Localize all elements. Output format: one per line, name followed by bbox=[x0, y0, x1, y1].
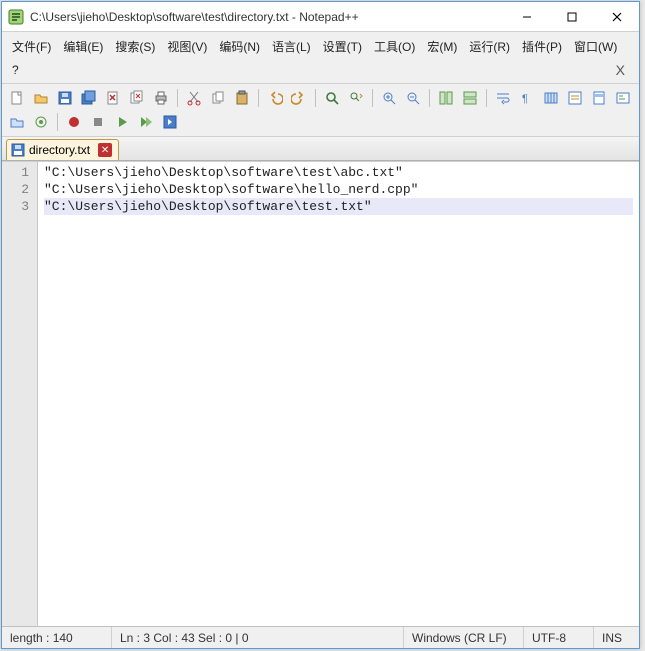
toolbar-separator bbox=[258, 89, 259, 107]
stop-macro-icon[interactable] bbox=[87, 111, 109, 133]
menu-macro[interactable]: 宏(M) bbox=[421, 35, 463, 58]
menu-view[interactable]: 视图(V) bbox=[161, 35, 213, 58]
menu-settings[interactable]: 设置(T) bbox=[317, 35, 368, 58]
menu-tools[interactable]: 工具(O) bbox=[368, 35, 421, 58]
menu-window[interactable]: 窗口(W) bbox=[568, 35, 623, 58]
menu-language[interactable]: 语言(L) bbox=[266, 35, 317, 58]
open-file-icon[interactable] bbox=[30, 87, 52, 109]
print-icon[interactable] bbox=[150, 87, 172, 109]
file-tab[interactable]: directory.txt ✕ bbox=[6, 139, 119, 160]
status-position: Ln : 3 Col : 43 Sel : 0 | 0 bbox=[112, 627, 404, 648]
menu-edit[interactable]: 编辑(E) bbox=[57, 35, 109, 58]
toolbar-separator bbox=[486, 89, 487, 107]
toolbar-separator bbox=[315, 89, 316, 107]
disk-icon bbox=[11, 143, 25, 157]
save-macro-icon[interactable] bbox=[159, 111, 181, 133]
menu-help[interactable]: ? bbox=[6, 60, 25, 80]
tabstrip: directory.txt ✕ bbox=[2, 137, 639, 161]
menu-plugins[interactable]: 插件(P) bbox=[516, 35, 568, 58]
close-button[interactable] bbox=[594, 2, 639, 31]
replace-icon[interactable] bbox=[345, 87, 367, 109]
undo-icon[interactable] bbox=[264, 87, 286, 109]
sync-v-icon[interactable] bbox=[435, 87, 457, 109]
play-multi-icon[interactable] bbox=[135, 111, 157, 133]
status-eol[interactable]: Windows (CR LF) bbox=[404, 627, 524, 648]
menu-search[interactable]: 搜索(S) bbox=[109, 35, 161, 58]
menu-overflow-close[interactable]: X bbox=[606, 59, 635, 81]
titlebar: C:\Users\jieho\Desktop\software\test\dir… bbox=[2, 2, 639, 32]
menu-run[interactable]: 运行(R) bbox=[463, 35, 516, 58]
code-area[interactable]: "C:\Users\jieho\Desktop\software\test\ab… bbox=[38, 162, 639, 626]
toolbar: ¶ bbox=[2, 84, 639, 137]
save-icon[interactable] bbox=[54, 87, 76, 109]
menubar: 文件(F) 编辑(E) 搜索(S) 视图(V) 编码(N) 语言(L) 设置(T… bbox=[2, 32, 639, 84]
udl-icon[interactable] bbox=[564, 87, 586, 109]
svg-text:¶: ¶ bbox=[522, 93, 528, 105]
save-all-icon[interactable] bbox=[78, 87, 100, 109]
code-line: "C:\Users\jieho\Desktop\software\test.tx… bbox=[44, 198, 633, 215]
menu-file[interactable]: 文件(F) bbox=[6, 35, 57, 58]
close-file-icon[interactable] bbox=[102, 87, 124, 109]
menu-encoding[interactable]: 编码(N) bbox=[213, 35, 266, 58]
sync-h-icon[interactable] bbox=[459, 87, 481, 109]
line-number-gutter: 1 2 3 bbox=[2, 162, 38, 626]
code-line: "C:\Users\jieho\Desktop\software\hello_n… bbox=[44, 181, 633, 198]
status-encoding[interactable]: UTF-8 bbox=[524, 627, 594, 648]
cut-icon[interactable] bbox=[183, 87, 205, 109]
indent-guide-icon[interactable] bbox=[540, 87, 562, 109]
copy-icon[interactable] bbox=[207, 87, 229, 109]
maximize-button[interactable] bbox=[549, 2, 594, 31]
wordwrap-icon[interactable] bbox=[492, 87, 514, 109]
redo-icon[interactable] bbox=[288, 87, 310, 109]
play-macro-icon[interactable] bbox=[111, 111, 133, 133]
editor: 1 2 3 "C:\Users\jieho\Desktop\software\t… bbox=[2, 161, 639, 626]
close-all-icon[interactable] bbox=[126, 87, 148, 109]
window-controls bbox=[504, 2, 639, 31]
zoom-out-icon[interactable] bbox=[402, 87, 424, 109]
line-number: 1 bbox=[2, 164, 37, 181]
toolbar-separator bbox=[372, 89, 373, 107]
minimize-button[interactable] bbox=[504, 2, 549, 31]
record-macro-icon[interactable] bbox=[63, 111, 85, 133]
paste-icon[interactable] bbox=[231, 87, 253, 109]
folder-workspace-icon[interactable] bbox=[6, 111, 28, 133]
find-icon[interactable] bbox=[321, 87, 343, 109]
show-all-chars-icon[interactable]: ¶ bbox=[516, 87, 538, 109]
status-insert-mode[interactable]: INS bbox=[594, 627, 639, 648]
app-window: C:\Users\jieho\Desktop\software\test\dir… bbox=[1, 1, 640, 649]
tab-label: directory.txt bbox=[29, 143, 90, 157]
window-title: C:\Users\jieho\Desktop\software\test\dir… bbox=[30, 10, 504, 24]
tab-close-icon[interactable]: ✕ bbox=[98, 143, 112, 157]
line-number: 2 bbox=[2, 181, 37, 198]
app-icon bbox=[8, 9, 24, 25]
status-length: length : 140 bbox=[2, 627, 112, 648]
line-number: 3 bbox=[2, 198, 37, 215]
code-line: "C:\Users\jieho\Desktop\software\test\ab… bbox=[44, 164, 633, 181]
toolbar-separator bbox=[57, 113, 58, 131]
monitor-icon[interactable] bbox=[30, 111, 52, 133]
zoom-in-icon[interactable] bbox=[378, 87, 400, 109]
func-list-icon[interactable] bbox=[612, 87, 634, 109]
new-file-icon[interactable] bbox=[6, 87, 28, 109]
doc-map-icon[interactable] bbox=[588, 87, 610, 109]
toolbar-separator bbox=[177, 89, 178, 107]
statusbar: length : 140 Ln : 3 Col : 43 Sel : 0 | 0… bbox=[2, 626, 639, 648]
toolbar-separator bbox=[429, 89, 430, 107]
